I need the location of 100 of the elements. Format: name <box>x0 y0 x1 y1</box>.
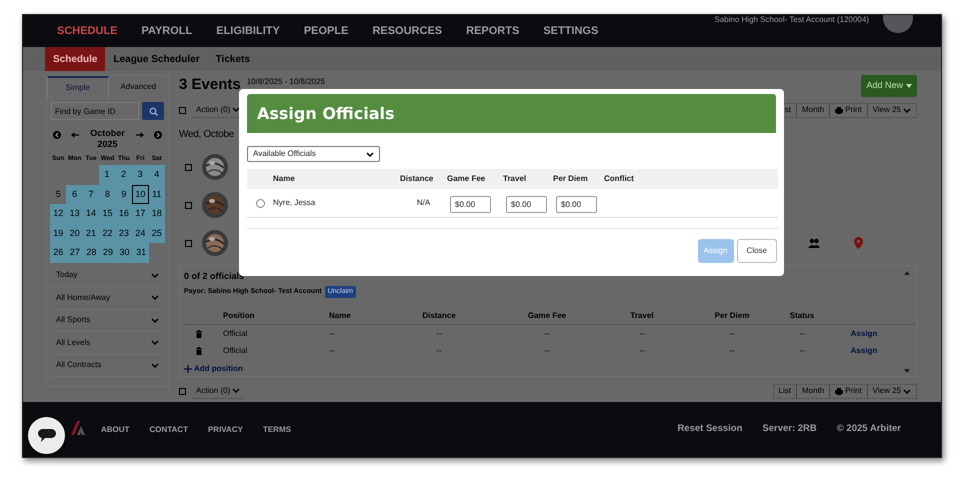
calendar-day[interactable]: 4 <box>148 165 165 184</box>
footer-link[interactable]: ABOUT <box>101 424 130 436</box>
filter-dropdown[interactable]: All Sports <box>51 310 164 332</box>
add-new-button[interactable]: Add New <box>861 75 917 97</box>
view-button[interactable]: View 25 <box>866 104 916 116</box>
officials-select[interactable]: Available Officials <box>247 146 380 162</box>
table-cell: -- <box>544 328 550 340</box>
officials-count: 0 of 2 officials <box>184 270 244 283</box>
calendar-day[interactable]: 20 <box>66 224 83 243</box>
circle-arrow-right-icon <box>154 131 162 139</box>
table-cell: -- <box>729 328 735 340</box>
caret-icon <box>906 84 912 88</box>
column-header: Distance <box>400 173 434 185</box>
action-dropdown[interactable]: Action (0) <box>192 384 244 398</box>
add-position-link[interactable]: Add position <box>184 363 243 375</box>
footer-link[interactable]: PRIVACY <box>208 424 243 436</box>
caret-icon <box>366 152 374 156</box>
calendar-day[interactable]: 8 <box>99 184 116 204</box>
subnav-tab[interactable]: Schedule <box>45 47 106 71</box>
dropdown-value: All Home/Away <box>56 292 110 304</box>
assign-link[interactable]: Assign <box>850 344 878 356</box>
calendar-day[interactable]: 26 <box>50 243 67 262</box>
amount-field[interactable]: $0.00 <box>556 196 597 213</box>
table-cell: -- <box>436 344 442 356</box>
view-button[interactable]: Print <box>829 384 867 398</box>
view-button[interactable]: st <box>780 104 796 116</box>
close-button[interactable]: Close <box>736 239 777 263</box>
subnav-tab[interactable]: League Scheduler <box>105 47 208 71</box>
sidebar-tab[interactable]: Simple <box>47 76 108 98</box>
calendar-day[interactable]: 18 <box>148 204 165 224</box>
calendar-month: October <box>90 128 125 139</box>
sidebar-tab[interactable]: Advanced <box>108 76 168 98</box>
people-icon <box>808 238 820 248</box>
calendar-day[interactable]: 15 <box>99 204 116 224</box>
scroll-down-icon <box>904 369 910 373</box>
calendar-day[interactable]: 10 <box>132 184 149 204</box>
calendar-day[interactable]: 31 <box>132 243 150 262</box>
calendar-day[interactable]: 24 <box>132 224 149 243</box>
table-cell: -- <box>329 344 334 356</box>
amount-field[interactable]: $0.00 <box>506 196 547 213</box>
calendar-day[interactable]: 19 <box>50 224 66 243</box>
calendar-day[interactable]: 30 <box>116 243 133 262</box>
caret-icon <box>151 362 159 368</box>
assign-link[interactable]: Assign <box>850 328 878 340</box>
calendar-day[interactable]: 12 <box>50 204 66 224</box>
account-name: Sabino High School- Test Account (120004) <box>714 15 869 25</box>
view-button[interactable]: Print <box>829 104 867 116</box>
reset-session-link[interactable]: Reset Session <box>677 422 742 437</box>
calendar-day[interactable]: 29 <box>100 243 116 262</box>
calendar-day[interactable]: 1 <box>98 165 116 184</box>
table-cell: Official <box>223 344 248 356</box>
calendar-day[interactable]: 27 <box>66 243 84 262</box>
footer-text: Server: 2RB <box>762 422 817 436</box>
column-header: Distance <box>421 310 457 322</box>
nav-tab[interactable]: PAYROLL <box>130 22 204 40</box>
amount-field[interactable]: $0.00 <box>450 196 491 213</box>
checkbox[interactable] <box>185 164 192 170</box>
calendar-day[interactable]: 28 <box>83 243 100 262</box>
footer-link[interactable]: CONTACT <box>149 424 188 436</box>
checkbox[interactable] <box>179 106 186 114</box>
filter-dropdown[interactable]: All Home/Away <box>51 287 164 310</box>
subnav-tab[interactable]: Tickets <box>208 47 258 71</box>
table-cell: -- <box>436 328 442 340</box>
calendar-day[interactable]: 22 <box>99 224 116 243</box>
search-field[interactable]: Find by Game ID <box>51 102 139 120</box>
column-header: Game Fee <box>526 310 568 322</box>
view-button[interactable]: View 25 <box>866 384 916 398</box>
nav-tab[interactable]: ELIGIBILITY <box>204 22 292 40</box>
dropdown-value: All Levels <box>56 336 90 349</box>
calendar-day[interactable]: 2 <box>115 165 132 184</box>
nav-tab[interactable]: SCHEDULE <box>45 22 130 40</box>
checkbox[interactable] <box>179 388 186 394</box>
calendar-day[interactable]: 7 <box>82 184 100 204</box>
day-heading: Wed, Octobe <box>179 128 234 142</box>
view-button[interactable]: Month <box>796 104 830 116</box>
checkbox[interactable] <box>185 202 192 208</box>
calendar-day[interactable]: 13 <box>66 204 83 224</box>
calendar-day[interactable]: 14 <box>82 204 100 224</box>
nav-tab[interactable]: PEOPLE <box>292 22 360 40</box>
arrow-right-icon <box>134 132 144 138</box>
calendar-day[interactable]: 3 <box>132 165 148 184</box>
view-button[interactable]: List <box>774 384 796 398</box>
filter-dropdown[interactable]: All Contracts <box>51 354 164 377</box>
checkbox[interactable] <box>185 240 192 246</box>
caret-icon <box>903 108 911 112</box>
nav-tab[interactable]: REPORTS <box>454 22 532 40</box>
column-header: Travel <box>503 173 528 185</box>
calendar-day[interactable]: 5 <box>50 184 66 204</box>
filter-dropdown[interactable]: Today <box>51 264 164 287</box>
table-cell: -- <box>544 344 550 356</box>
footer-link[interactable]: TERMS <box>262 424 291 436</box>
nav-tab[interactable]: RESOURCES <box>360 22 454 40</box>
filter-dropdown[interactable]: All Levels <box>51 332 164 354</box>
view-button[interactable]: Month <box>796 384 830 398</box>
calendar-day[interactable]: 6 <box>66 184 83 204</box>
nav-tab[interactable]: SETTINGS <box>531 22 610 40</box>
calendar-day[interactable]: 17 <box>132 204 149 224</box>
search-button[interactable] <box>142 102 164 120</box>
radio-button[interactable] <box>256 198 264 208</box>
calendar-day[interactable]: 16 <box>116 204 132 224</box>
